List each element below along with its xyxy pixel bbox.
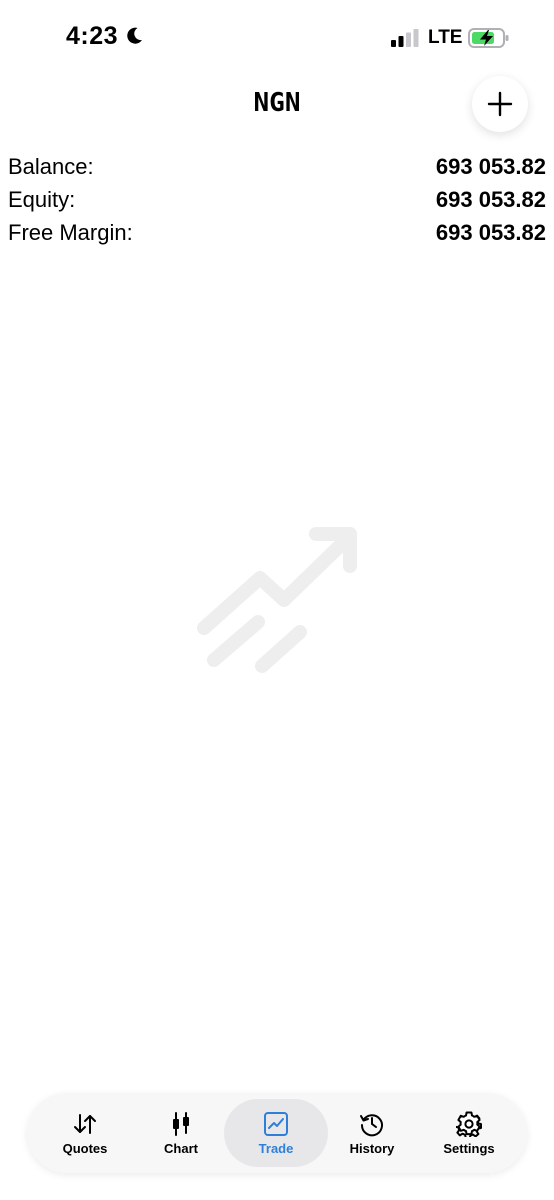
network-label: LTE [428,27,463,48]
tab-trade[interactable]: Trade [224,1099,328,1167]
tab-quotes[interactable]: Quotes [33,1099,137,1167]
equity-value: 693 053.82 [435,186,546,212]
trending-up-arrow-icon [197,527,357,673]
equity-row: Equity: 693 053.82 [8,183,546,216]
free-margin-row: Free Margin: 693 053.82 [8,216,546,249]
account-summary: Balance: 693 053.82 Equity: 693 053.82 F… [8,150,546,249]
bottom-tab-bar: Quotes Chart Trade History Settings [27,1093,527,1173]
candlestick-icon [173,1111,189,1136]
balance-row: Balance: 693 053.82 [8,150,546,183]
tab-quotes-label: Quotes [62,1140,108,1156]
tab-settings-label: Settings [443,1140,495,1156]
status-bar: 4:23 LTE [0,0,554,76]
history-clock-icon [360,1113,383,1136]
page-title: NGN [253,88,301,118]
signal-icon [391,29,419,47]
balance-value: 693 053.82 [435,153,546,179]
tab-chart[interactable]: Chart [129,1099,233,1167]
balance-label: Balance: [8,153,94,179]
trade-chart-icon [264,1111,288,1136]
tab-history-label: History [349,1140,395,1156]
tab-settings[interactable]: Settings [417,1099,521,1167]
gear-icon [456,1111,482,1137]
plus-icon [487,91,513,117]
free-margin-label: Free Margin: [8,219,133,245]
equity-label: Equity: [8,186,76,212]
free-margin-value: 693 053.82 [435,219,546,245]
tab-history[interactable]: History [320,1099,424,1167]
moon-icon [127,27,142,44]
add-button[interactable] [472,76,528,132]
tab-trade-label: Trade [258,1140,294,1156]
battery-charging-icon [468,28,509,48]
sort-arrows-icon [74,1113,96,1134]
status-time: 4:23 [66,22,119,50]
tab-chart-label: Chart [164,1140,198,1156]
